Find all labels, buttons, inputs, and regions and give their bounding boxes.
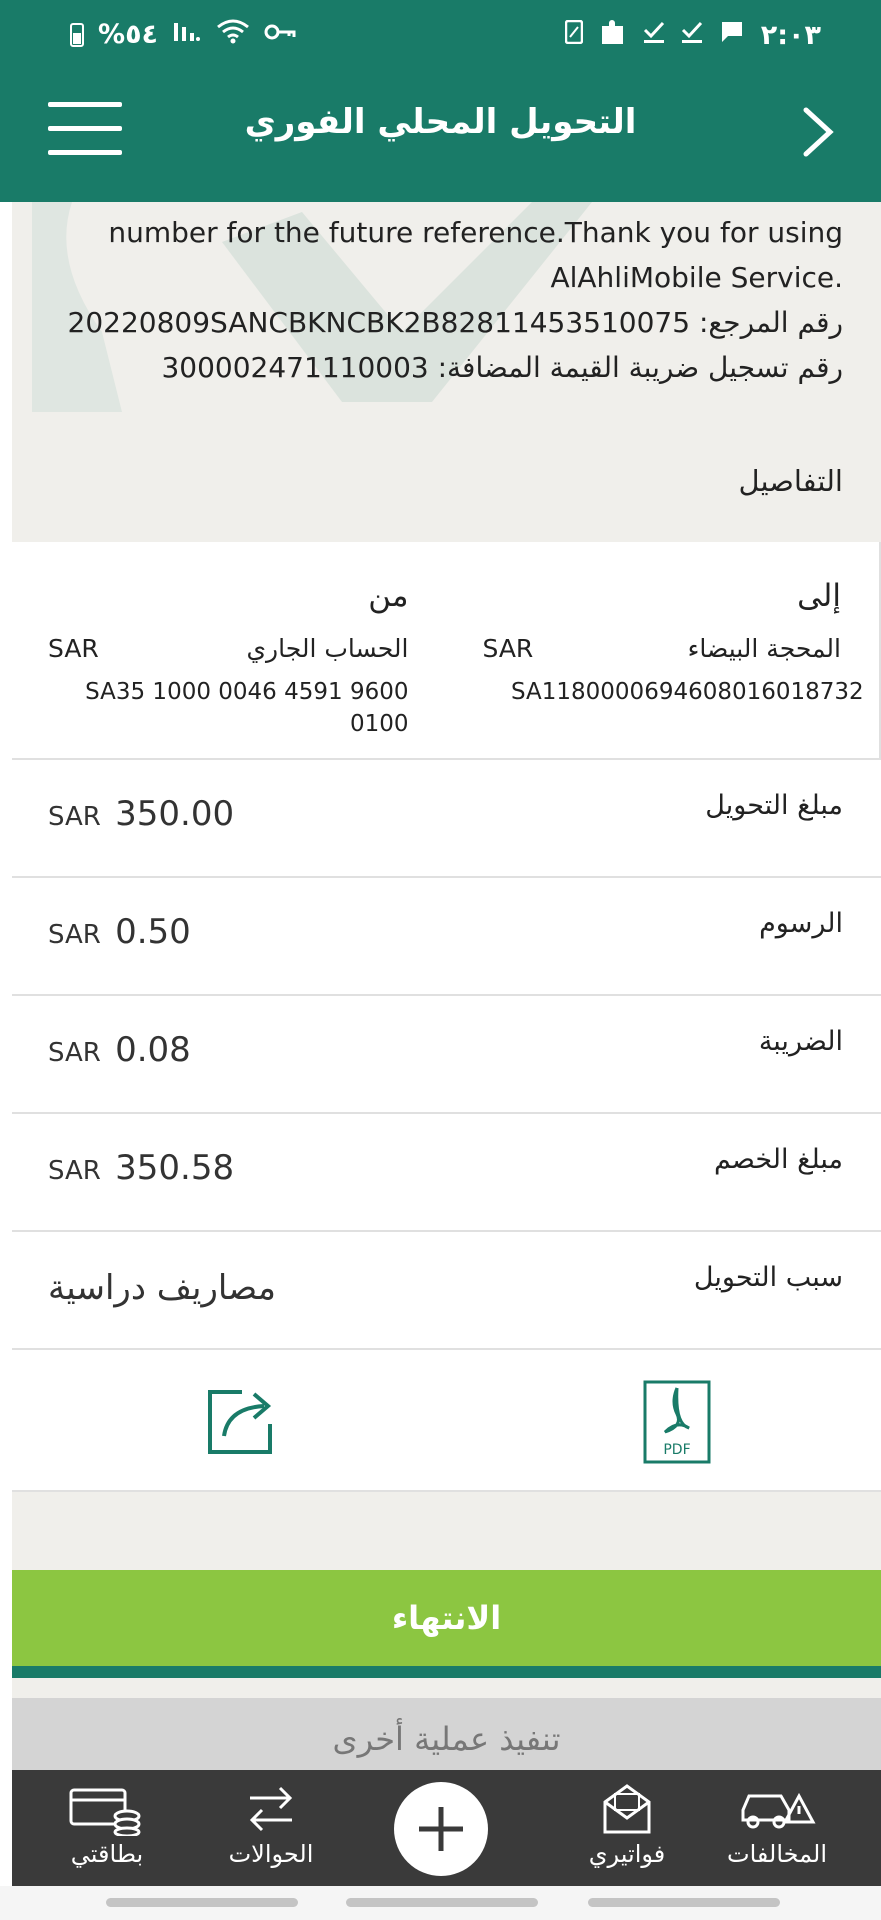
receipt-message: number for the future reference.Thank yo… xyxy=(12,202,881,390)
share-icon xyxy=(208,1390,272,1454)
row-value: SAR 350.58 xyxy=(48,1148,234,1188)
nav-label: المخالفات xyxy=(726,1840,828,1868)
details-title: التفاصيل xyxy=(738,464,844,498)
transfer-reason-row: سبب التحويل مصاريف دراسية xyxy=(12,1232,881,1350)
from-heading: من xyxy=(368,578,409,614)
plus-icon xyxy=(419,1807,463,1851)
pdf-icon: PDF xyxy=(643,1380,711,1464)
reference-label: رقم المرجع: xyxy=(698,306,843,339)
menu-button[interactable] xyxy=(48,102,122,160)
hamburger-menu-icon xyxy=(48,102,122,107)
status-bar: %٥٤ ٢:٠٣ xyxy=(0,0,881,72)
receipt-line: .AlAhliMobile Service xyxy=(550,261,843,294)
content-area: number for the future reference.Thank yo… xyxy=(12,202,881,1770)
pdf-label: PDF xyxy=(663,1442,690,1458)
vat-label: رقم تسجيل ضريبة القيمة المضافة: xyxy=(437,351,843,384)
gesture-bar xyxy=(588,1898,780,1907)
page-title: التحويل المحلي الفوري xyxy=(244,102,637,142)
nav-transfers[interactable]: الحوالات xyxy=(196,1770,346,1886)
from-account-name: الحساب الجاري xyxy=(246,634,409,663)
vat-number-line: رقم تسجيل ضريبة القيمة المضافة: 30000247… xyxy=(50,345,843,390)
receipt-actions: PDF xyxy=(12,1350,881,1492)
back-button[interactable] xyxy=(793,102,843,162)
pdf-download-button[interactable]: PDF xyxy=(643,1380,711,1464)
message-icon xyxy=(719,20,745,51)
to-account-name: المحجة البيضاء xyxy=(687,634,841,663)
currency-code: SAR xyxy=(48,920,101,950)
to-currency: SAR xyxy=(482,634,534,663)
perform-another-button[interactable]: تنفيذ عملية أخرى xyxy=(12,1698,881,1770)
transfer-amount-row: مبلغ التحويل SAR 350.00 xyxy=(12,760,881,878)
fees-row: الرسوم SAR 0.50 xyxy=(12,878,881,996)
gesture-bar xyxy=(346,1898,538,1907)
amount: 350.58 xyxy=(115,1148,235,1188)
row-label: الرسوم xyxy=(759,908,843,939)
transfer-reason-value: مصاريف دراسية xyxy=(48,1268,276,1308)
currency-code: SAR xyxy=(48,802,101,832)
to-iban: SA1180000694608016018732 xyxy=(511,679,864,705)
chevron-right-icon xyxy=(803,107,834,157)
from-iban: SA35 1000 0046 4591 9600 0100 xyxy=(85,679,409,737)
row-label: مبلغ التحويل xyxy=(705,790,843,821)
row-label: الضريبة xyxy=(758,1026,843,1057)
amount: 0.50 xyxy=(115,912,191,952)
puzzle-icon xyxy=(599,18,627,53)
sim-icon xyxy=(564,19,583,51)
system-gesture-area xyxy=(0,1886,881,1920)
nav-label: الحوالات xyxy=(228,1840,314,1868)
vpn-key-icon xyxy=(264,20,296,50)
gesture-bar xyxy=(106,1898,298,1907)
hamburger-line xyxy=(48,126,122,131)
from-account: من الحساب الجاري SAR SA35 1000 0046 4591… xyxy=(12,542,447,758)
add-button[interactable] xyxy=(394,1782,488,1876)
amount: 350.00 xyxy=(115,794,235,834)
check-download-icon xyxy=(681,20,703,51)
debit-amount-row: مبلغ الخصم SAR 350.58 xyxy=(12,1114,881,1232)
bottom-navigation: المخالفات فواتيري الحوالات بطاقتي xyxy=(12,1770,881,1886)
from-currency: SAR xyxy=(48,634,99,663)
vat-value: 300002471110003 xyxy=(161,351,429,384)
row-label: مبلغ الخصم xyxy=(713,1144,843,1175)
currency-code: SAR xyxy=(48,1156,101,1186)
wifi-icon xyxy=(216,18,250,51)
nav-cards[interactable]: بطاقتي xyxy=(32,1770,182,1886)
receipt-line: number for the future reference.Thank yo… xyxy=(108,216,843,249)
row-value: SAR 0.08 xyxy=(48,1030,191,1070)
battery-icon xyxy=(70,22,84,47)
currency-code: SAR xyxy=(48,1038,101,1068)
details-card: من الحساب الجاري SAR SA35 1000 0046 4591… xyxy=(12,542,881,1492)
car-warning-icon xyxy=(741,1792,816,1829)
clock: ٢:٠٣ xyxy=(760,20,821,51)
nav-bills[interactable]: فواتيري xyxy=(552,1770,702,1886)
reference-value: 20220809SANCBKNCBK2B82811453510075 xyxy=(67,306,691,339)
share-button[interactable] xyxy=(206,1384,282,1456)
app-header: %٥٤ ٢:٠٣ التحويل المحلي الفوري xyxy=(0,0,881,202)
row-value: SAR 0.50 xyxy=(48,912,191,952)
nav-violations[interactable]: المخالفات xyxy=(702,1770,852,1886)
finish-button[interactable]: الانتهاء xyxy=(12,1570,881,1666)
battery-level: %٥٤ xyxy=(98,19,159,50)
check-download-icon xyxy=(643,20,665,51)
row-label: سبب التحويل xyxy=(693,1262,843,1293)
from-to-section: من الحساب الجاري SAR SA35 1000 0046 4591… xyxy=(12,542,881,760)
row-value: SAR 350.00 xyxy=(48,794,234,834)
tax-row: الضريبة SAR 0.08 xyxy=(12,996,881,1114)
amount: 0.08 xyxy=(115,1030,191,1070)
to-heading: إلى xyxy=(797,578,841,614)
reference-number-line: رقم المرجع: 20220809SANCBKNCBK2B82811453… xyxy=(50,300,843,345)
hamburger-line xyxy=(48,150,122,155)
nav-label: فواتيري xyxy=(588,1840,666,1868)
signal-icon xyxy=(172,19,202,50)
nav-label: بطاقتي xyxy=(70,1840,144,1868)
card-coins-icon xyxy=(69,1788,141,1836)
to-account: إلى المحجة البيضاء SAR SA118000069460801… xyxy=(447,542,881,758)
divider xyxy=(12,1666,881,1678)
transfer-arrows-icon xyxy=(249,1786,293,1832)
bills-icon xyxy=(603,1784,651,1834)
